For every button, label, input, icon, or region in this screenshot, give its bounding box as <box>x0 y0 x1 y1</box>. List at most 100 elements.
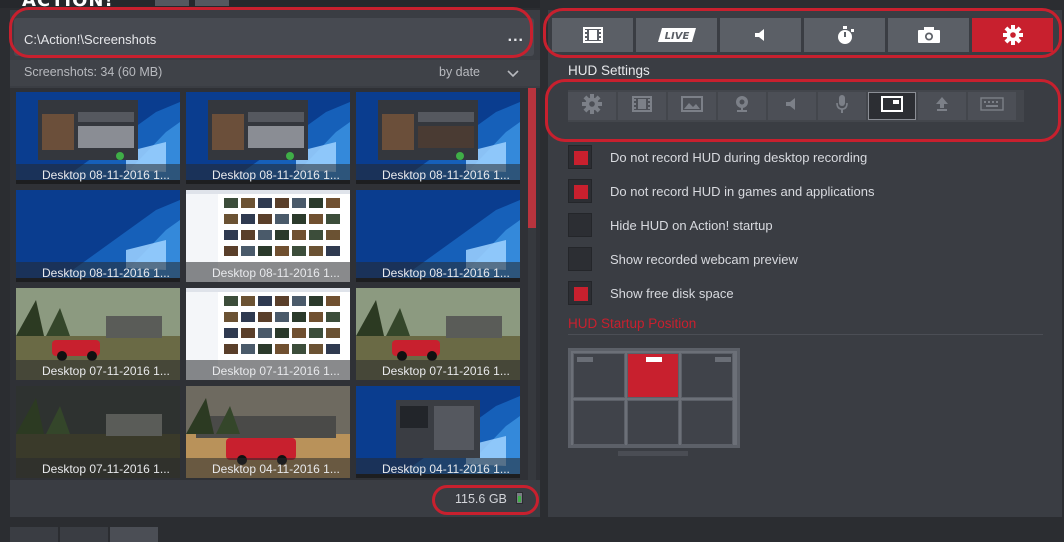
film-icon <box>632 95 652 117</box>
option-label: Show recorded webcam preview <box>610 251 798 267</box>
position-top-right[interactable] <box>681 353 733 398</box>
hud-position-picker <box>568 348 740 448</box>
option-row[interactable]: Show free disk space <box>568 281 734 305</box>
image-icon <box>681 95 703 117</box>
sort-dropdown[interactable]: by date <box>439 65 480 79</box>
gear-icon <box>1002 25 1023 45</box>
benchmark-tab[interactable] <box>804 18 885 52</box>
speaker-icon <box>753 27 769 43</box>
screenshot-thumbnail[interactable]: Desktop 08-11-2016 1... <box>186 190 350 282</box>
scrollbar-thumb[interactable] <box>528 88 536 228</box>
keyboard-icon <box>980 96 1004 116</box>
screenshot-thumbnail[interactable]: Desktop 08-11-2016 1... <box>186 92 350 184</box>
option-row[interactable]: Show recorded webcam preview <box>568 247 798 271</box>
browse-folder-button[interactable]: ... <box>508 28 524 46</box>
screenshot-thumbnail[interactable]: Desktop 04-11-2016 1... <box>356 386 520 478</box>
position-top-left[interactable] <box>573 353 625 398</box>
screenshot-thumbnail[interactable]: Desktop 08-11-2016 1... <box>16 190 180 282</box>
screenshot-thumbnail[interactable]: Desktop 08-11-2016 1... <box>356 190 520 282</box>
subtab-webcam[interactable] <box>718 92 766 120</box>
option-label: Hide HUD on Action! startup <box>610 217 773 233</box>
webcam-icon <box>734 95 750 118</box>
option-row[interactable]: Do not record HUD in games and applicati… <box>568 179 874 203</box>
live-icon: LIVE <box>657 27 697 43</box>
screenshot-thumbnail[interactable]: Desktop 07-11-2016 1... <box>356 288 520 380</box>
chevron-down-icon[interactable] <box>506 66 520 80</box>
subtab-microphone[interactable] <box>818 92 866 120</box>
thumbnail-caption: Desktop 08-11-2016 1... <box>16 262 180 282</box>
subtab-film[interactable] <box>618 92 666 120</box>
film-icon <box>582 27 603 43</box>
hud-marker <box>715 357 731 362</box>
option-checkbox[interactable] <box>568 281 592 305</box>
position-top-center[interactable] <box>627 353 679 398</box>
option-label: Show free disk space <box>610 285 734 301</box>
monitor-stand <box>618 451 688 456</box>
gear-icon <box>582 93 602 119</box>
screenshot-thumbnail[interactable]: Desktop 07-11-2016 1... <box>16 386 180 478</box>
thumbnail-caption: Desktop 08-11-2016 1... <box>16 164 180 184</box>
free-space-value: 115.6 GB <box>455 492 507 506</box>
option-label: Do not record HUD in games and applicati… <box>610 183 875 199</box>
thumbnail-caption: Desktop 08-11-2016 1... <box>186 262 350 282</box>
bottom-tab[interactable] <box>110 527 158 542</box>
settings-panel: LIVE HUD Settings Do not record HUD duri… <box>548 10 1062 517</box>
screenshots-header: Screenshots: 34 (60 MB) by date <box>10 60 540 86</box>
top-tab[interactable] <box>195 0 229 6</box>
file-browser-panel: C:\Action!\Screenshots ... Screenshots: … <box>10 10 540 517</box>
screenshot-thumbnail[interactable]: Desktop 07-11-2016 1... <box>186 288 350 380</box>
thumbnail-caption: Desktop 04-11-2016 1... <box>356 458 520 478</box>
folder-path-bar[interactable]: C:\Action!\Screenshots ... <box>14 18 534 56</box>
subtab-speaker[interactable] <box>768 92 816 120</box>
thumbnail-caption: Desktop 07-11-2016 1... <box>356 360 520 380</box>
screenshot-thumbnail[interactable]: Desktop 04-11-2016 1... <box>186 386 350 478</box>
thumbnail-caption: Desktop 08-11-2016 1... <box>356 164 520 184</box>
speaker-icon <box>784 96 800 117</box>
thumbnail-caption: Desktop 07-11-2016 1... <box>186 360 350 380</box>
subtab-gear[interactable] <box>568 92 616 120</box>
bottom-tab[interactable] <box>10 527 58 542</box>
top-tab[interactable] <box>155 0 189 6</box>
upload-icon <box>935 96 949 117</box>
settings-subtabs <box>568 90 1024 122</box>
screenshot-grid: Desktop 08-11-2016 1... Desktop 08-11-20… <box>10 88 540 480</box>
option-checkbox[interactable] <box>568 213 592 237</box>
video-tab[interactable] <box>552 18 633 52</box>
bottom-tab[interactable] <box>60 527 108 542</box>
thumbnail-caption: Desktop 08-11-2016 1... <box>356 262 520 282</box>
screenshots-count: Screenshots: 34 (60 MB) <box>24 65 163 79</box>
audio-tab[interactable] <box>720 18 801 52</box>
thumbnail-caption: Desktop 07-11-2016 1... <box>16 458 180 478</box>
option-row[interactable]: Do not record HUD during desktop recordi… <box>568 145 867 169</box>
position-bottom-right[interactable] <box>681 400 733 445</box>
hud-startup-position-title: HUD Startup Position <box>568 316 697 331</box>
thumbnail-caption: Desktop 08-11-2016 1... <box>186 164 350 184</box>
folder-path: C:\Action!\Screenshots <box>24 32 157 47</box>
scrollbar[interactable] <box>528 88 536 480</box>
live-tab[interactable]: LIVE <box>636 18 717 52</box>
microphone-icon <box>835 94 849 119</box>
camera-icon <box>917 26 941 44</box>
subtab-image[interactable] <box>668 92 716 120</box>
thumbnail-caption: Desktop 04-11-2016 1... <box>186 458 350 478</box>
position-bottom-left[interactable] <box>573 400 625 445</box>
settings-tab[interactable] <box>972 18 1053 52</box>
option-checkbox[interactable] <box>568 247 592 271</box>
screenshot-tab[interactable] <box>888 18 969 52</box>
subtab-hud[interactable] <box>868 92 916 120</box>
subtab-upload[interactable] <box>918 92 966 120</box>
subtab-keyboard[interactable] <box>968 92 1016 120</box>
svg-text:LIVE: LIVE <box>664 31 689 42</box>
position-bottom-center[interactable] <box>627 400 679 445</box>
option-checkbox[interactable] <box>568 145 592 169</box>
screenshot-thumbnail[interactable]: Desktop 08-11-2016 1... <box>356 92 520 184</box>
screenshot-thumbnail[interactable]: Desktop 07-11-2016 1... <box>16 288 180 380</box>
hud-marker <box>646 357 662 362</box>
divider <box>568 334 1043 335</box>
option-checkbox[interactable] <box>568 179 592 203</box>
option-row[interactable]: Hide HUD on Action! startup <box>568 213 773 237</box>
hud-settings-title: HUD Settings <box>568 63 650 78</box>
hud-marker <box>577 357 593 362</box>
stopwatch-icon <box>835 25 855 45</box>
screenshot-thumbnail[interactable]: Desktop 08-11-2016 1... <box>16 92 180 184</box>
